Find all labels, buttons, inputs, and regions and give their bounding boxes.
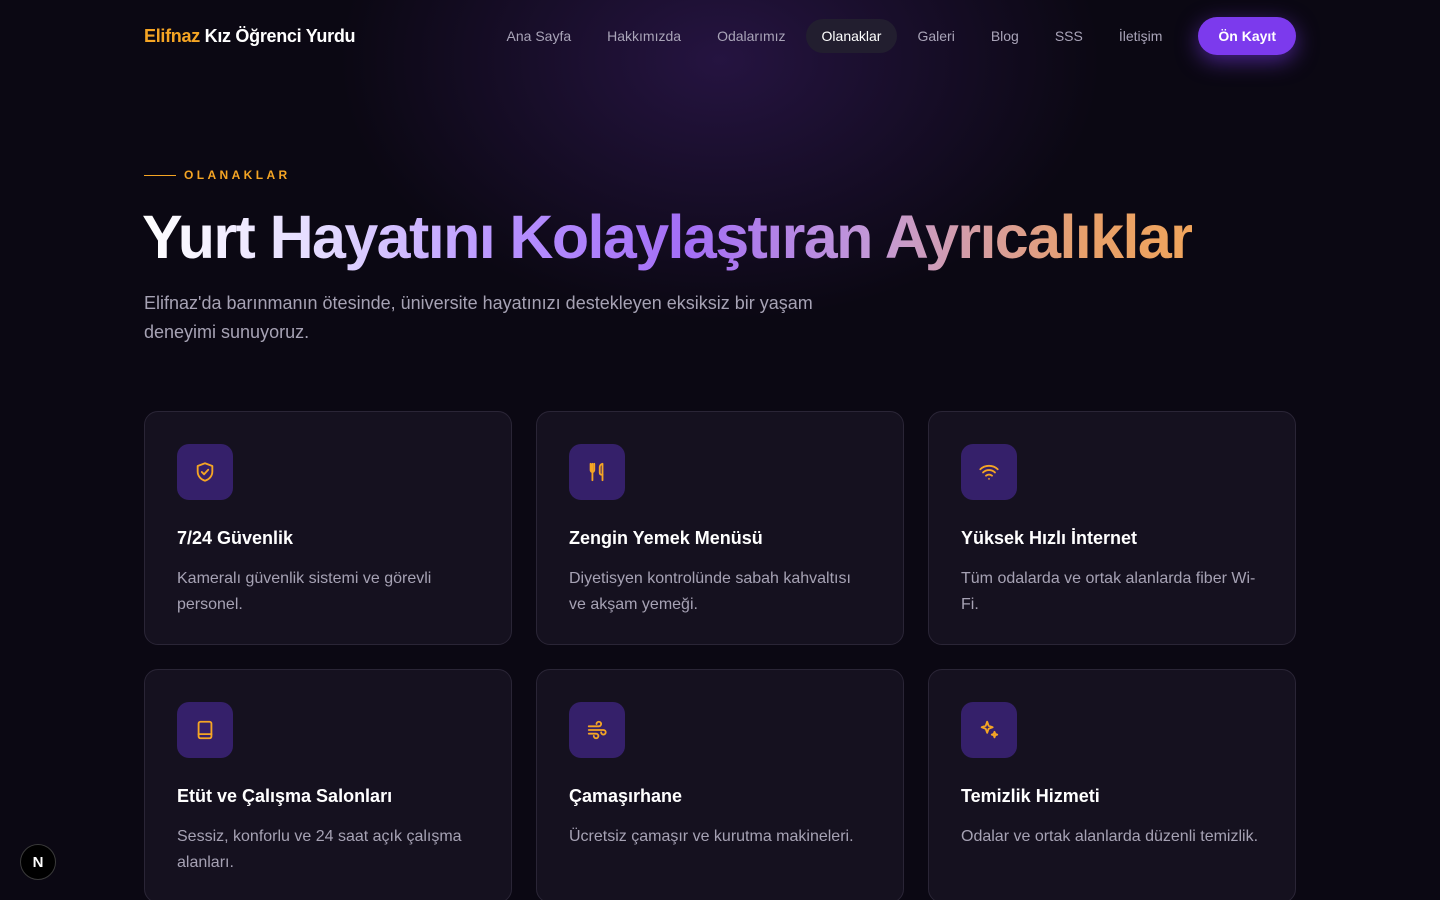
page-title: Yurt Hayatını Kolaylaştıran Ayrıcalıklar (142, 200, 1194, 274)
page-subtitle: Elifnaz'da barınmanın ötesinde, üniversi… (144, 293, 813, 342)
nextjs-logo-icon[interactable]: N (20, 844, 56, 880)
feature-card-meals[interactable]: Zengin Yemek Menüsü Diyetisyen kontrolün… (536, 411, 904, 645)
nav-link-odalarimiz[interactable]: Odalarımız (701, 19, 801, 53)
section-eyebrow: OLANAKLAR (144, 168, 291, 182)
pre-register-button[interactable]: Ön Kayıt (1198, 17, 1296, 55)
feature-description: Kameralı güvenlik sistemi ve görevli per… (177, 570, 432, 613)
brand-name-rest: Kız Öğrenci Yurdu (204, 25, 356, 46)
main-nav: Ana Sayfa Hakkımızda Odalarımız Olanakla… (491, 17, 1296, 55)
nav-link-ana-sayfa[interactable]: Ana Sayfa (491, 19, 588, 53)
feature-description: Sessiz, konforlu ve 24 saat açık çalışma… (177, 828, 462, 871)
nav-link-olanaklar[interactable]: Olanaklar (805, 19, 898, 53)
nav-link-galeri[interactable]: Galeri (901, 19, 970, 53)
brand-name-accent: Elifnaz (144, 25, 200, 46)
nav-link-iletisim[interactable]: İletişim (1103, 19, 1179, 53)
book-icon (177, 702, 233, 758)
wifi-icon (961, 444, 1017, 500)
feature-title: Etüt ve Çalışma Salonları (177, 786, 393, 806)
feature-description: Ücretsiz çamaşır ve kurutma makineleri. (569, 828, 854, 845)
feature-card-cleaning[interactable]: Temizlik Hizmeti Odalar ve ortak alanlar… (928, 669, 1296, 900)
nav-link-blog[interactable]: Blog (975, 19, 1035, 53)
sparkles-icon (961, 702, 1017, 758)
feature-title: Çamaşırhane (569, 786, 683, 806)
feature-title: 7/24 Güvenlik (177, 528, 294, 548)
feature-description: Diyetisyen kontrolünde sabah kahvaltısı … (569, 570, 851, 613)
feature-card-internet[interactable]: Yüksek Hızlı İnternet Tüm odalarda ve or… (928, 411, 1296, 645)
brand-logo[interactable]: Elifnaz Kız Öğrenci Yurdu (144, 25, 356, 47)
feature-card-laundry[interactable]: Çamaşırhane Ücretsiz çamaşır ve kurutma … (536, 669, 904, 900)
utensils-icon (569, 444, 625, 500)
eyebrow-divider (144, 174, 176, 176)
feature-card-study-rooms[interactable]: Etüt ve Çalışma Salonları Sessiz, konfor… (144, 669, 512, 900)
navbar: Elifnaz Kız Öğrenci Yurdu Ana Sayfa Hakk… (144, 16, 1296, 56)
nav-link-hakkimizda[interactable]: Hakkımızda (591, 19, 697, 53)
shield-check-icon (177, 444, 233, 500)
features-grid: 7/24 Güvenlik Kameralı güvenlik sistemi … (144, 411, 1296, 900)
feature-title: Zengin Yemek Menüsü (569, 528, 763, 548)
feature-description: Odalar ve ortak alanlarda düzenli temizl… (961, 828, 1259, 845)
nav-link-sss[interactable]: SSS (1039, 19, 1099, 53)
feature-card-security[interactable]: 7/24 Güvenlik Kameralı güvenlik sistemi … (144, 411, 512, 645)
feature-description: Tüm odalarda ve ortak alanlarda fiber Wi… (961, 570, 1256, 613)
wind-icon (569, 702, 625, 758)
eyebrow-label: OLANAKLAR (184, 168, 291, 182)
feature-title: Temizlik Hizmeti (961, 786, 1100, 806)
feature-title: Yüksek Hızlı İnternet (961, 528, 1138, 548)
